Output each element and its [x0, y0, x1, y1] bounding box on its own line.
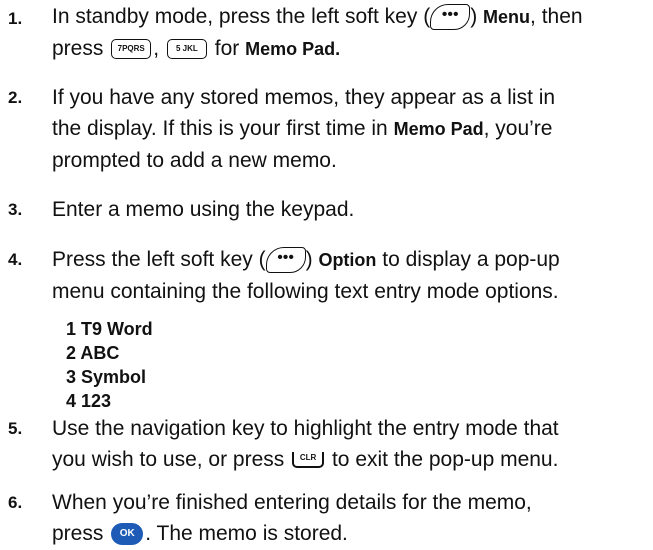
text-run: , you’re [483, 117, 553, 140]
text-run: menu containing the following text entry… [52, 280, 559, 303]
entry-mode-options: 1 T9 Word 2 ABC 3 Symbol 4 123 [66, 317, 153, 413]
text-run: you wish to use, or press [52, 448, 285, 471]
text-run: ) [470, 5, 478, 28]
text-run: . The memo is stored. [145, 522, 348, 545]
memo-pad-label: Memo Pad [245, 39, 336, 59]
menu-label: Menu [483, 7, 531, 27]
text-run: In standby mode, press the left soft key… [52, 5, 431, 28]
key-5-icon: 5 JKL [166, 39, 207, 60]
text-run: When you’re finished entering details fo… [52, 491, 532, 514]
text-run: press [52, 522, 104, 545]
left-soft-key-icon: ••• [265, 247, 306, 274]
step-text: If you have any stored memos, they appea… [52, 82, 641, 176]
text-run: to display a pop-up [382, 248, 560, 271]
text-run: , [153, 37, 160, 60]
text-run: press [52, 37, 104, 60]
step-number: 3. [8, 200, 23, 219]
memo-pad-label: Memo Pad [393, 119, 484, 139]
step-number: 6. [8, 493, 23, 512]
text-run: Use the navigation key to highlight the … [52, 417, 559, 440]
text-run: for [214, 37, 240, 60]
clear-key-icon: CLR [292, 452, 325, 469]
option-item: 3 Symbol [66, 367, 147, 387]
text-run: prompted to add a new memo. [52, 149, 337, 172]
text-run: Press the left soft key ( [52, 248, 266, 271]
option-item: 2 ABC [66, 343, 120, 363]
step-text: When you’re finished entering details fo… [52, 487, 641, 549]
step-text: Enter a memo using the keypad. [52, 194, 641, 225]
step-number: 1. [8, 9, 23, 28]
step-text: Press the left soft key (•••) Option to … [52, 244, 641, 307]
text-run: Enter a memo using the keypad. [52, 198, 355, 221]
text-run: If you have any stored memos, they appea… [52, 86, 556, 109]
left-soft-key-icon: ••• [430, 4, 471, 31]
ok-key-icon: OK [111, 523, 144, 546]
key-7-icon: 7PQRS [111, 39, 152, 60]
step-text: In standby mode, press the left soft key… [52, 1, 641, 65]
step-number: 4. [8, 250, 23, 269]
option-label: Option [318, 250, 377, 270]
option-item: 4 123 [66, 391, 112, 411]
option-item: 1 T9 Word [66, 319, 153, 339]
text-run: , then [530, 5, 583, 28]
text-run: . [335, 39, 341, 59]
step-number: 2. [8, 88, 23, 107]
text-run: ) [305, 248, 313, 271]
text-run: to exit the pop-up menu. [331, 448, 559, 471]
text-run: the display. If this is your first time … [52, 117, 388, 140]
step-number: 5. [8, 419, 23, 438]
step-text: Use the navigation key to highlight the … [52, 413, 641, 475]
